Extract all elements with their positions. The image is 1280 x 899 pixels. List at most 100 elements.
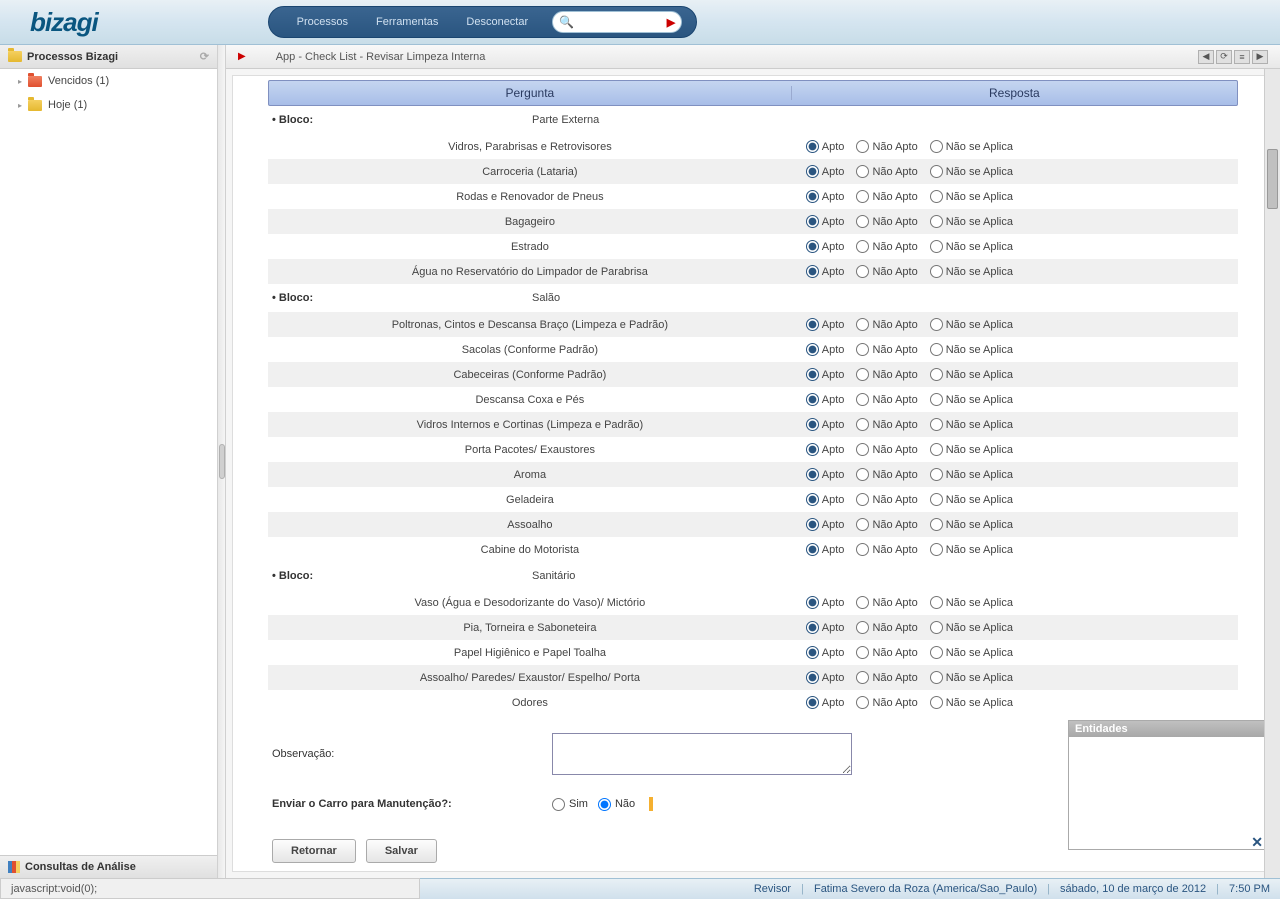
enviar-sim-option[interactable]: Sim [552,798,588,811]
na-option[interactable]: Não se Aplica [930,443,1013,456]
apto-option[interactable]: Apto [806,696,845,709]
na-radio[interactable] [930,240,943,253]
nao-apto-radio[interactable] [856,671,869,684]
na-radio[interactable] [930,671,943,684]
nao-apto-radio[interactable] [856,368,869,381]
na-radio[interactable] [930,215,943,228]
apto-option[interactable]: Apto [806,240,845,253]
nao-apto-radio[interactable] [856,393,869,406]
apto-radio[interactable] [806,468,819,481]
nao-apto-radio[interactable] [856,318,869,331]
na-option[interactable]: Não se Aplica [930,596,1013,609]
na-option[interactable]: Não se Aplica [930,418,1013,431]
na-radio[interactable] [930,596,943,609]
nav-processos[interactable]: Processos [283,16,362,28]
search-go-icon[interactable]: ▶ [667,16,675,29]
na-radio[interactable] [930,493,943,506]
na-option[interactable]: Não se Aplica [930,318,1013,331]
nao-apto-option[interactable]: Não Apto [856,393,917,406]
apto-option[interactable]: Apto [806,646,845,659]
na-radio[interactable] [930,140,943,153]
na-option[interactable]: Não se Aplica [930,393,1013,406]
nao-apto-option[interactable]: Não Apto [856,493,917,506]
apto-radio[interactable] [806,443,819,456]
apto-option[interactable]: Apto [806,671,845,684]
apto-radio[interactable] [806,393,819,406]
nao-apto-option[interactable]: Não Apto [856,468,917,481]
apto-option[interactable]: Apto [806,418,845,431]
apto-radio[interactable] [806,418,819,431]
apto-option[interactable]: Apto [806,343,845,356]
na-radio[interactable] [930,368,943,381]
nao-apto-option[interactable]: Não Apto [856,240,917,253]
nao-apto-option[interactable]: Não Apto [856,418,917,431]
na-radio[interactable] [930,343,943,356]
nao-apto-radio[interactable] [856,215,869,228]
apto-radio[interactable] [806,493,819,506]
na-option[interactable]: Não se Aplica [930,215,1013,228]
salvar-button[interactable]: Salvar [366,839,437,863]
na-radio[interactable] [930,265,943,278]
na-option[interactable]: Não se Aplica [930,543,1013,556]
apto-radio[interactable] [806,696,819,709]
na-option[interactable]: Não se Aplica [930,368,1013,381]
apto-radio[interactable] [806,318,819,331]
nao-apto-radio[interactable] [856,493,869,506]
na-radio[interactable] [930,621,943,634]
na-option[interactable]: Não se Aplica [930,468,1013,481]
apto-radio[interactable] [806,165,819,178]
splitter-handle[interactable] [219,444,225,479]
enviar-nao-radio[interactable] [598,798,611,811]
apto-option[interactable]: Apto [806,543,845,556]
apto-option[interactable]: Apto [806,190,845,203]
na-radio[interactable] [930,518,943,531]
na-radio[interactable] [930,696,943,709]
sidebar-footer[interactable]: Consultas de Análise [0,855,217,878]
nao-apto-radio[interactable] [856,190,869,203]
apto-radio[interactable] [806,240,819,253]
apto-option[interactable]: Apto [806,493,845,506]
apto-option[interactable]: Apto [806,596,845,609]
nao-apto-radio[interactable] [856,518,869,531]
nao-apto-radio[interactable] [856,646,869,659]
nao-apto-option[interactable]: Não Apto [856,671,917,684]
na-option[interactable]: Não se Aplica [930,165,1013,178]
apto-option[interactable]: Apto [806,215,845,228]
sidebar-item[interactable]: ▸Vencidos (1) [0,69,217,93]
apto-option[interactable]: Apto [806,265,845,278]
nao-apto-radio[interactable] [856,543,869,556]
nao-apto-option[interactable]: Não Apto [856,621,917,634]
search-input[interactable] [578,16,667,28]
nao-apto-radio[interactable] [856,621,869,634]
expand-icon[interactable]: ▸ [18,77,22,86]
refresh-icon[interactable]: ⟳ [200,50,209,63]
nao-apto-option[interactable]: Não Apto [856,215,917,228]
nao-apto-radio[interactable] [856,696,869,709]
apto-option[interactable]: Apto [806,468,845,481]
apto-option[interactable]: Apto [806,165,845,178]
splitter[interactable] [218,45,226,878]
na-radio[interactable] [930,443,943,456]
apto-radio[interactable] [806,343,819,356]
nav-desconectar[interactable]: Desconectar [452,16,542,28]
na-option[interactable]: Não se Aplica [930,240,1013,253]
apto-option[interactable]: Apto [806,318,845,331]
nao-apto-radio[interactable] [856,265,869,278]
nao-apto-radio[interactable] [856,418,869,431]
retornar-button[interactable]: Retornar [272,839,356,863]
apto-radio[interactable] [806,190,819,203]
na-option[interactable]: Não se Aplica [930,140,1013,153]
nao-apto-radio[interactable] [856,468,869,481]
nao-apto-option[interactable]: Não Apto [856,646,917,659]
apto-radio[interactable] [806,518,819,531]
na-radio[interactable] [930,165,943,178]
nao-apto-radio[interactable] [856,596,869,609]
enviar-sim-radio[interactable] [552,798,565,811]
nao-apto-radio[interactable] [856,343,869,356]
nav-refresh-icon[interactable]: ⟳ [1216,50,1232,64]
apto-radio[interactable] [806,596,819,609]
entidades-close-icon[interactable]: ✕ [1251,834,1263,851]
apto-radio[interactable] [806,215,819,228]
apto-radio[interactable] [806,543,819,556]
scrollbar-thumb[interactable] [1267,149,1278,209]
